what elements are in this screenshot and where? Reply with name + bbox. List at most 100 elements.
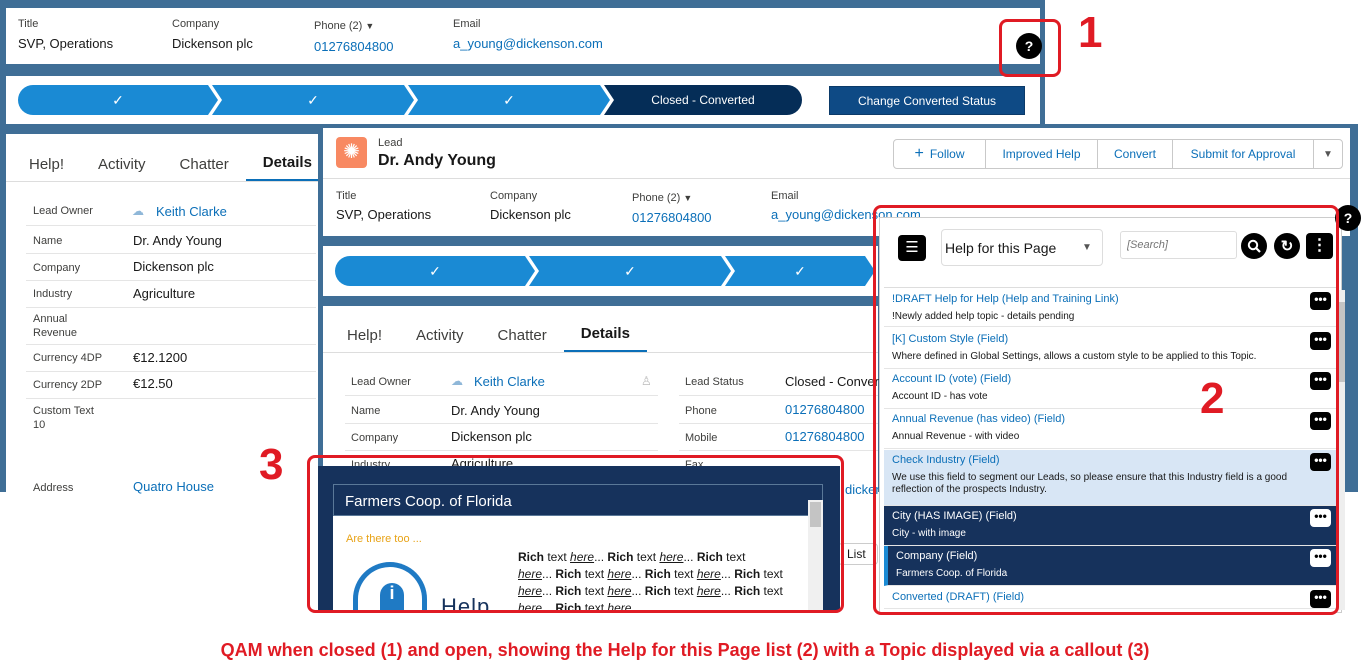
mobile-link[interactable]: 01276804800 bbox=[785, 429, 865, 444]
phone-link[interactable]: 01276804800 bbox=[785, 402, 865, 417]
header-fields-card: Title SVP, Operations Company Dickenson … bbox=[6, 8, 1040, 64]
detail-value: €12.1200 bbox=[133, 350, 188, 365]
cloud-user-icon: ☁ bbox=[132, 204, 144, 218]
change-converted-status-button[interactable]: Change Converted Status bbox=[829, 86, 1025, 115]
chevron-down-icon: ▼ bbox=[683, 193, 693, 203]
detail-row-company: Company Dickenson plc bbox=[26, 255, 316, 281]
title-label: Title bbox=[18, 18, 39, 30]
lead-person-icon: ✺ bbox=[336, 137, 367, 168]
path-step-closed-converted[interactable]: Closed - Converted bbox=[604, 85, 802, 115]
list-button[interactable]: List bbox=[838, 543, 878, 565]
plus-icon: + bbox=[914, 145, 924, 162]
annotation-box-3 bbox=[307, 455, 844, 613]
qam-scroll-thumb[interactable] bbox=[1338, 302, 1345, 382]
tab-details[interactable]: Details bbox=[563, 325, 647, 352]
tab-activity[interactable]: Activity bbox=[81, 156, 163, 181]
detail-label: Company bbox=[33, 262, 81, 274]
record-name: Dr. Andy Young bbox=[378, 152, 496, 169]
tab-help[interactable]: Help! bbox=[330, 327, 399, 352]
figure-caption: QAM when closed (1) and open, showing th… bbox=[220, 640, 1150, 660]
detail-label: Currency 4DP bbox=[33, 352, 103, 364]
more-actions-chevron-down-icon[interactable]: ▼ bbox=[1313, 139, 1343, 169]
detail-value: Dickenson plc bbox=[451, 429, 532, 444]
lead-owner-link[interactable]: Keith Clarke bbox=[474, 374, 545, 389]
chevron-down-icon: ▼ bbox=[365, 21, 375, 31]
detail-row-custom-text: Custom Text 10 bbox=[26, 402, 316, 438]
detail-row-name: Name Dr. Andy Young bbox=[345, 398, 658, 424]
path-step-1[interactable]: ✓ bbox=[18, 85, 218, 115]
detail-row-industry: Industry Agriculture bbox=[26, 282, 316, 308]
path-step-1[interactable]: ✓ bbox=[335, 256, 535, 286]
detail-row-lead-status: Lead Status Closed - Convert bbox=[679, 370, 883, 396]
header-divider bbox=[323, 178, 1350, 179]
detail-label: Custom Text 10 bbox=[33, 405, 94, 431]
detail-value: Dickenson plc bbox=[133, 259, 214, 274]
phone-label[interactable]: Phone (2) ▼ bbox=[314, 20, 374, 32]
submit-for-approval-button[interactable]: Submit for Approval bbox=[1172, 139, 1314, 169]
detail-label: Name bbox=[351, 405, 381, 417]
detail-row-phone: Phone 01276804800 bbox=[679, 398, 878, 424]
record-type-label: Lead bbox=[378, 137, 403, 149]
details-card-background: Help! Activity Chatter Details Lead Owne… bbox=[6, 134, 329, 494]
title-label: Title bbox=[336, 190, 357, 202]
company-label: Company bbox=[490, 190, 538, 202]
lead-owner-link[interactable]: Keith Clarke bbox=[156, 204, 227, 219]
path-step-3[interactable]: ✓ bbox=[408, 85, 610, 115]
tab-activity[interactable]: Activity bbox=[399, 327, 481, 352]
email-label: Email bbox=[771, 190, 799, 202]
change-owner-icon[interactable]: ♙ bbox=[641, 374, 652, 388]
detail-row-name: Name Dr. Andy Young bbox=[26, 228, 316, 254]
address-link[interactable]: Quatro House bbox=[133, 479, 214, 494]
follow-button[interactable]: + Follow bbox=[893, 139, 986, 169]
detail-label: Name bbox=[33, 235, 63, 247]
annotation-box-2 bbox=[873, 205, 1339, 615]
detail-row-company: Company Dickenson plc bbox=[345, 425, 658, 451]
detail-label: Lead Owner bbox=[351, 376, 411, 388]
phone-link[interactable]: 01276804800 bbox=[314, 39, 394, 54]
email-label: Email bbox=[453, 18, 481, 30]
tab-help[interactable]: Help! bbox=[12, 156, 81, 181]
title-value: SVP, Operations bbox=[18, 36, 114, 51]
detail-label: Currency 2DP bbox=[33, 379, 103, 391]
tab-bar-background: Help! Activity Chatter Details bbox=[12, 154, 329, 181]
email-link[interactable]: a_young@dickenson.com bbox=[453, 36, 603, 51]
path-step-2[interactable]: ✓ bbox=[529, 256, 731, 286]
annotation-number-2: 2 bbox=[1200, 374, 1225, 423]
follow-label: Follow bbox=[929, 147, 965, 161]
detail-label: Industry bbox=[33, 288, 73, 300]
detail-value: €12.50 bbox=[133, 376, 173, 391]
company-label: Company bbox=[172, 18, 220, 30]
detail-row-mobile: Mobile 01276804800 bbox=[679, 425, 878, 451]
detail-label: Annual Revenue bbox=[33, 313, 78, 339]
detail-label: Address bbox=[33, 482, 74, 494]
path-step-3[interactable]: ✓ bbox=[725, 256, 875, 286]
tab-chatter[interactable]: Chatter bbox=[163, 156, 246, 181]
annotation-number-1: 1 bbox=[1078, 8, 1103, 57]
path-card-foreground: ✓ ✓ ✓ bbox=[323, 246, 878, 296]
detail-value: Agriculture bbox=[133, 286, 196, 301]
tab-divider bbox=[6, 181, 318, 182]
path-bar: ✓ ✓ ✓ Closed - Converted bbox=[18, 85, 802, 115]
detail-row-lead-owner: Lead Owner ☁ Keith Clarke bbox=[26, 200, 316, 226]
phone-link[interactable]: 01276804800 bbox=[632, 210, 712, 225]
annotation-number-3: 3 bbox=[259, 440, 284, 489]
detail-label: Lead Owner bbox=[33, 205, 93, 217]
detail-label: Company bbox=[351, 432, 399, 444]
help-icon: ? bbox=[1343, 210, 1353, 226]
phone-label-text: Phone (2) bbox=[314, 20, 363, 32]
tab-chatter[interactable]: Chatter bbox=[481, 327, 564, 352]
list-label: List bbox=[847, 547, 866, 561]
annotation-box-1 bbox=[999, 19, 1061, 77]
tab-divider bbox=[323, 352, 878, 353]
improved-help-button[interactable]: Improved Help bbox=[985, 139, 1098, 169]
convert-button[interactable]: Convert bbox=[1097, 139, 1173, 169]
tab-details[interactable]: Details bbox=[245, 154, 329, 181]
detail-row-annual-revenue: Annual Revenue bbox=[26, 309, 316, 345]
phone-label[interactable]: Phone (2) ▼ bbox=[632, 192, 692, 204]
qam-scrollbar[interactable] bbox=[1338, 290, 1345, 610]
path-step-2[interactable]: ✓ bbox=[212, 85, 414, 115]
detail-value: Dr. Andy Young bbox=[451, 403, 540, 418]
detail-value: Dr. Andy Young bbox=[133, 233, 222, 248]
path-bar: ✓ ✓ ✓ bbox=[335, 256, 869, 286]
detail-row-currency-2dp: Currency 2DP €12.50 bbox=[26, 373, 316, 399]
